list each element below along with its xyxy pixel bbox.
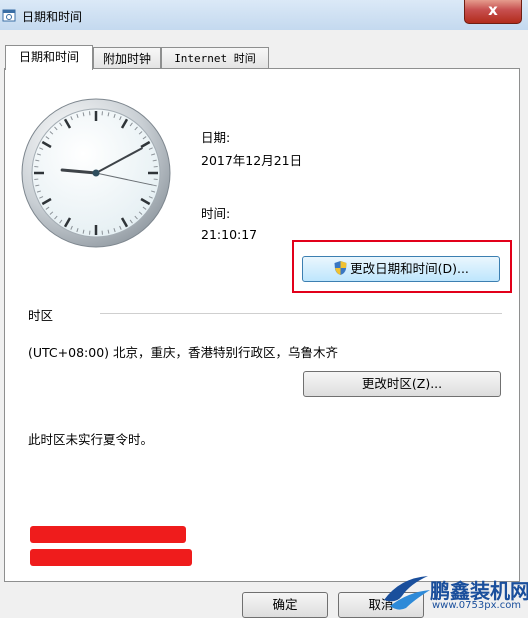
watermark-url: www.0753px.com [432, 600, 521, 611]
time-label: 时间: [201, 203, 230, 222]
tab-label: 附加时钟 [103, 52, 151, 66]
close-button[interactable]: x [464, 0, 522, 24]
calendar-clock-icon [2, 8, 16, 22]
change-timezone-button[interactable]: 更改时区(Z)... [303, 371, 501, 397]
change-date-time-label: 更改日期和时间 [350, 261, 438, 276]
redaction-bar [30, 549, 192, 566]
close-icon: x [488, 1, 498, 19]
tab-date-time[interactable]: 日期和时间 [5, 45, 93, 70]
change-date-time-button[interactable]: 更改日期和时间(D)... [302, 256, 500, 282]
watermark-logo [380, 570, 432, 612]
tab-internet-time[interactable]: Internet 时间 [161, 47, 269, 69]
section-divider [100, 313, 502, 314]
redaction-bar [30, 526, 186, 543]
title-bar: 日期和时间 x [0, 0, 528, 30]
tab-label: Internet 时间 [174, 52, 256, 65]
window-title: 日期和时间 [22, 8, 82, 25]
timezone-section-label: 时区 [28, 305, 53, 324]
tab-additional-clocks[interactable]: 附加时钟 [93, 47, 161, 69]
change-date-time-suffix: (D)... [438, 261, 469, 276]
uac-shield-icon [333, 260, 348, 276]
time-value: 21:10:17 [201, 227, 257, 242]
change-timezone-label: 更改时区 [362, 376, 412, 391]
dst-note: 此时区未实行夏令时。 [28, 429, 153, 448]
date-label: 日期: [201, 127, 230, 146]
ok-label: 确定 [272, 597, 297, 612]
analog-clock [20, 97, 172, 249]
tab-label: 日期和时间 [19, 50, 79, 64]
timezone-value: (UTC+08:00) 北京，重庆，香港特别行政区，乌鲁木齐 [28, 342, 338, 361]
date-value: 2017年12月21日 [201, 150, 302, 169]
ok-button[interactable]: 确定 [242, 592, 328, 618]
clock-center [93, 170, 100, 177]
change-timezone-suffix: (Z)... [412, 376, 442, 391]
